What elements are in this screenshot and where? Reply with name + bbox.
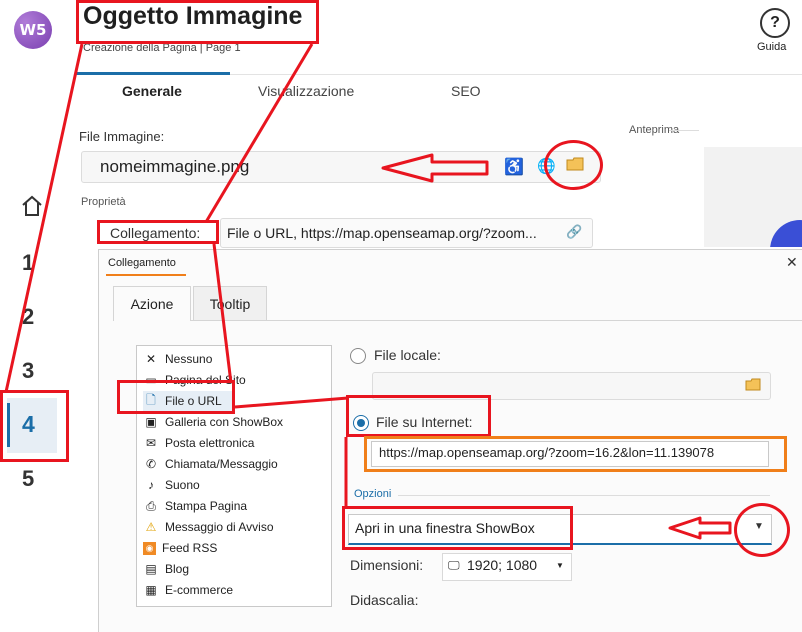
- tab-visualizzazione[interactable]: Visualizzazione: [258, 83, 354, 99]
- annotation-box-internet: [346, 395, 491, 437]
- chevron-down-icon[interactable]: ▼: [556, 561, 564, 570]
- preview-divider: [669, 130, 699, 131]
- annotation-circle-folder: [544, 140, 603, 190]
- local-file-label: File locale:: [374, 347, 441, 363]
- radio-local-file[interactable]: [350, 348, 366, 364]
- options-label: Opzioni: [354, 488, 392, 500]
- list-item-blog[interactable]: ▤ Blog: [143, 559, 189, 579]
- x-icon: ✕: [145, 352, 157, 366]
- caption-label: Didascalia:: [350, 592, 419, 608]
- annotation-circle-dropdown: [734, 503, 790, 557]
- mail-icon: ✉: [145, 436, 157, 450]
- step-2[interactable]: 2: [22, 304, 34, 330]
- link-value[interactable]: File o URL, https://map.openseamap.org/?…: [227, 225, 537, 241]
- annotation-orange-anchor: [100, 249, 101, 250]
- list-item-label: Feed RSS: [162, 541, 218, 555]
- step-1[interactable]: 1: [22, 250, 34, 276]
- list-item-ecommerce[interactable]: ▦ E-commerce: [143, 580, 233, 600]
- annotation-box-title: [76, 0, 319, 44]
- file-image-value[interactable]: nomeimmagine.png: [100, 157, 249, 177]
- list-item-nessuno[interactable]: ✕ Nessuno: [143, 349, 212, 369]
- step-3[interactable]: 3: [22, 358, 34, 384]
- list-item-posta[interactable]: ✉ Posta elettronica: [143, 433, 254, 453]
- help-label[interactable]: Guida: [757, 41, 786, 53]
- list-item-label: Blog: [165, 562, 190, 576]
- list-item-label: Messaggio di Avviso: [165, 520, 274, 534]
- annotation-box-open-mode: [342, 506, 573, 550]
- home-icon[interactable]: [20, 194, 44, 218]
- warning-icon: ⚠: [145, 520, 157, 534]
- annotation-box-url: [364, 436, 787, 472]
- printer-icon: ⎙: [146, 498, 156, 513]
- annotation-box-step4: [0, 390, 69, 462]
- folder-icon[interactable]: [745, 378, 761, 391]
- list-item-label: Nessuno: [165, 352, 213, 366]
- list-item-rss[interactable]: ◉ Feed RSS: [143, 538, 217, 558]
- sound-icon: ♪: [148, 478, 154, 492]
- step-5[interactable]: 5: [22, 466, 34, 492]
- dialog-tab-tooltip[interactable]: Tooltip: [193, 286, 267, 321]
- active-tab-indicator: [75, 72, 230, 75]
- list-item-suono[interactable]: ♪ Suono: [143, 475, 200, 495]
- list-item-label: Suono: [165, 478, 200, 492]
- list-item-label: Stampa Pagina: [165, 499, 248, 513]
- dialog-tabs-divider: [113, 320, 802, 321]
- screen-icon: 🖵: [448, 558, 460, 572]
- list-item-chiamata[interactable]: ✆ Chiamata/Messaggio: [143, 454, 278, 474]
- file-image-label: File Immagine:: [79, 129, 165, 144]
- dimensions-value[interactable]: 1920; 1080: [467, 557, 537, 573]
- list-item-label: E-commerce: [165, 583, 234, 597]
- blog-icon: ▤: [145, 562, 157, 576]
- list-item-avviso[interactable]: ⚠ Messaggio di Avviso: [143, 517, 274, 537]
- annotation-box-file-url: [117, 380, 235, 414]
- websiteX5-logo: W5: [14, 11, 52, 49]
- accessibility-icon[interactable]: ♿: [504, 157, 524, 177]
- list-item-galleria[interactable]: ▣ Galleria con ShowBox: [143, 412, 283, 432]
- dialog-title: Collegamento: [108, 257, 176, 269]
- dialog-title-underline: [106, 274, 186, 276]
- cart-icon: ▦: [145, 583, 157, 597]
- tab-generale[interactable]: Generale: [122, 83, 182, 99]
- list-item-stampa[interactable]: ⎙ Stampa Pagina: [143, 496, 247, 516]
- options-divider: [398, 495, 770, 496]
- link-edit-icon[interactable]: 🔗: [566, 224, 582, 240]
- help-icon[interactable]: ?: [760, 8, 790, 38]
- properties-label: Proprietà: [81, 196, 126, 208]
- rss-icon: ◉: [143, 541, 156, 555]
- tab-seo[interactable]: SEO: [451, 83, 481, 99]
- annotation-box-link-label: [97, 220, 219, 244]
- gallery-icon: ▣: [145, 415, 157, 429]
- list-item-label: Galleria con ShowBox: [165, 415, 284, 429]
- dialog-close-icon[interactable]: ✕: [786, 254, 798, 271]
- dimensions-label: Dimensioni:: [350, 557, 424, 573]
- list-item-label: Chiamata/Messaggio: [165, 457, 278, 471]
- phone-icon: ✆: [145, 457, 157, 471]
- preview-image: [704, 147, 802, 247]
- dialog-tab-azione[interactable]: Azione: [113, 286, 191, 321]
- list-item-label: Posta elettronica: [165, 436, 255, 450]
